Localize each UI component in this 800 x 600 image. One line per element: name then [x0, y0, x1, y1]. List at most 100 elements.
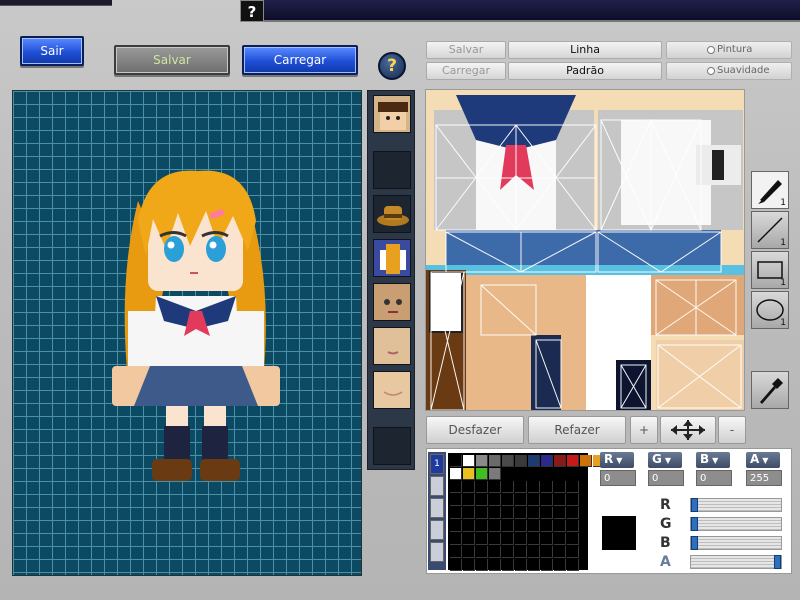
empty-swatch[interactable] [476, 546, 488, 558]
texture-editor[interactable] [425, 89, 745, 411]
exit-button[interactable]: Sair [20, 36, 84, 66]
zoom-in-button[interactable]: + [630, 416, 658, 444]
color-swatch[interactable] [554, 455, 566, 467]
zoom-out-button[interactable]: - [718, 416, 746, 444]
empty-swatch[interactable] [554, 507, 566, 519]
empty-swatch[interactable] [502, 520, 514, 532]
empty-swatch[interactable] [528, 533, 540, 545]
empty-swatch[interactable] [463, 494, 475, 506]
part-slot-empty[interactable] [373, 151, 411, 189]
layer-tab-3[interactable] [430, 498, 444, 518]
empty-swatch[interactable] [528, 520, 540, 532]
empty-swatch[interactable] [489, 507, 501, 519]
empty-swatch[interactable] [515, 559, 527, 571]
blue-slider[interactable] [690, 536, 782, 550]
smooth-radio[interactable]: Suavidade [666, 62, 792, 80]
part-slot-empty-bottom[interactable] [373, 427, 411, 465]
blue-channel-dropdown[interactable]: B ▼ [696, 452, 730, 468]
ellipse-tool[interactable]: 1 [751, 291, 789, 329]
part-slot-hat[interactable] [373, 195, 411, 233]
empty-swatch[interactable] [554, 481, 566, 493]
empty-swatch[interactable] [541, 559, 553, 571]
empty-swatch[interactable] [541, 546, 553, 558]
empty-swatch[interactable] [515, 546, 527, 558]
paint-radio[interactable]: Pintura [666, 41, 792, 59]
color-swatch[interactable] [489, 455, 501, 467]
eyedropper-tool[interactable] [751, 371, 789, 409]
empty-swatch[interactable] [476, 533, 488, 545]
color-swatch[interactable] [476, 455, 488, 467]
empty-swatch[interactable] [450, 520, 462, 532]
red-value-field[interactable]: 0 [600, 470, 636, 486]
empty-swatch[interactable] [489, 546, 501, 558]
empty-swatch[interactable] [502, 559, 514, 571]
red-slider-knob[interactable] [691, 498, 698, 512]
alpha-channel-dropdown[interactable]: A ▼ [746, 452, 780, 468]
redo-button[interactable]: Refazer [528, 416, 626, 444]
empty-swatch[interactable] [541, 533, 553, 545]
default-button[interactable]: Padrão [508, 62, 662, 80]
blue-value-field[interactable]: 0 [696, 470, 732, 486]
empty-swatch[interactable] [567, 546, 579, 558]
empty-swatch[interactable] [502, 546, 514, 558]
texture-save-button[interactable]: Salvar [426, 41, 506, 59]
rectangle-tool[interactable]: 1 [751, 251, 789, 289]
layer-tab-1[interactable]: 1 [430, 454, 444, 474]
color-swatch[interactable] [541, 455, 553, 467]
green-slider-knob[interactable] [691, 517, 698, 531]
empty-swatch[interactable] [476, 520, 488, 532]
color-swatch[interactable] [580, 455, 592, 467]
undo-button[interactable]: Desfazer [426, 416, 524, 444]
part-slot-face[interactable] [373, 95, 411, 133]
empty-swatch[interactable] [567, 481, 579, 493]
empty-swatch[interactable] [502, 481, 514, 493]
empty-swatch[interactable] [567, 559, 579, 571]
empty-swatch[interactable] [463, 481, 475, 493]
empty-swatch[interactable] [450, 559, 462, 571]
preview-canvas[interactable] [12, 90, 362, 576]
empty-swatch[interactable] [463, 507, 475, 519]
save-button[interactable]: Salvar [114, 45, 230, 75]
empty-swatch[interactable] [463, 520, 475, 532]
empty-swatch[interactable] [541, 520, 553, 532]
empty-swatch[interactable] [450, 533, 462, 545]
empty-swatch[interactable] [489, 494, 501, 506]
empty-swatch[interactable] [554, 520, 566, 532]
color-swatch[interactable] [528, 455, 540, 467]
empty-swatch[interactable] [515, 481, 527, 493]
empty-swatch[interactable] [515, 520, 527, 532]
color-swatch[interactable] [489, 468, 501, 480]
empty-swatch[interactable] [567, 494, 579, 506]
empty-swatch[interactable] [489, 533, 501, 545]
texture-load-button[interactable]: Carregar [426, 62, 506, 80]
empty-swatch[interactable] [476, 481, 488, 493]
empty-swatch[interactable] [515, 507, 527, 519]
top-help-button[interactable]: ? [240, 0, 264, 22]
green-channel-dropdown[interactable]: G ▼ [648, 452, 682, 468]
green-value-field[interactable]: 0 [648, 470, 684, 486]
empty-swatch[interactable] [450, 494, 462, 506]
green-slider[interactable] [690, 517, 782, 531]
color-swatch[interactable] [450, 455, 462, 467]
empty-swatch[interactable] [567, 520, 579, 532]
move-button[interactable] [660, 416, 716, 444]
empty-swatch[interactable] [489, 520, 501, 532]
empty-swatch[interactable] [502, 533, 514, 545]
empty-swatch[interactable] [541, 494, 553, 506]
help-icon[interactable]: ? [378, 52, 406, 80]
blue-slider-knob[interactable] [691, 536, 698, 550]
empty-swatch[interactable] [528, 507, 540, 519]
color-swatch[interactable] [476, 468, 488, 480]
load-button[interactable]: Carregar [242, 45, 358, 75]
color-swatch[interactable] [463, 468, 475, 480]
layer-tab-5[interactable] [430, 542, 444, 562]
empty-swatch[interactable] [554, 494, 566, 506]
part-slot-mouth[interactable] [373, 327, 411, 365]
red-slider[interactable] [690, 498, 782, 512]
empty-swatch[interactable] [554, 546, 566, 558]
empty-swatch[interactable] [450, 507, 462, 519]
color-swatch-grid[interactable] [448, 453, 605, 571]
empty-swatch[interactable] [528, 546, 540, 558]
color-swatch[interactable] [463, 455, 475, 467]
color-swatch[interactable] [450, 468, 462, 480]
